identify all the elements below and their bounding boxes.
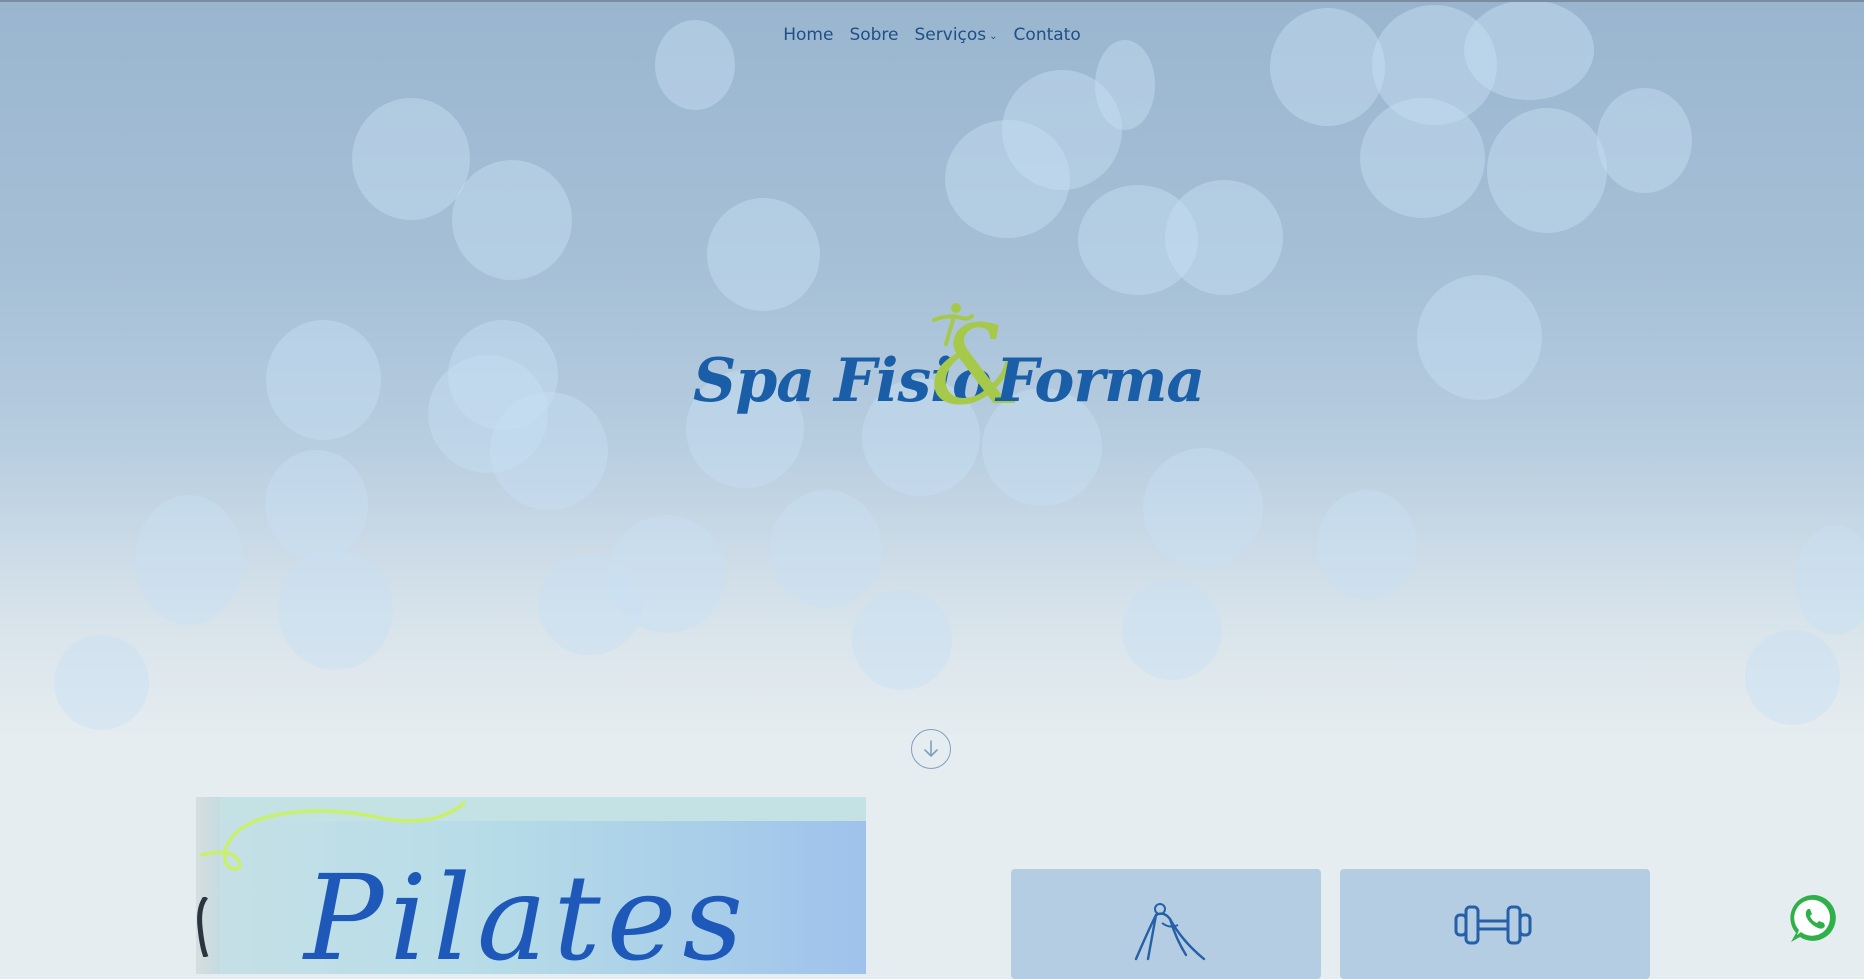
- logo-figure-icon: [932, 303, 974, 346]
- nav-servicos[interactable]: Serviços ⌄: [915, 25, 998, 45]
- promo-title: Pilates: [304, 849, 750, 974]
- service-card-pilates[interactable]: [1011, 869, 1321, 979]
- window-top-border: [0, 0, 1864, 2]
- nav-home[interactable]: Home: [783, 25, 833, 45]
- scroll-down-button[interactable]: [911, 729, 951, 769]
- nav-contato[interactable]: Contato: [1014, 25, 1081, 45]
- logo-text-forma: Forma: [996, 346, 1205, 416]
- yoga-pose-icon: [1134, 903, 1206, 961]
- nav-sobre[interactable]: Sobre: [849, 25, 898, 45]
- nav-servicos-label: Serviços: [914, 25, 987, 45]
- pilates-banner[interactable]: Pilates: [196, 797, 866, 974]
- whatsapp-icon: [1790, 894, 1836, 942]
- site-logo: Spa Fisio & Forma: [690, 300, 1205, 430]
- dumbbell-icon: [1454, 905, 1532, 945]
- main-nav: Home Sobre Serviços ⌄ Contato: [0, 25, 1864, 45]
- service-card-fitness[interactable]: [1340, 869, 1650, 979]
- arrow-down-icon: [924, 740, 938, 757]
- whatsapp-chat-button[interactable]: [1788, 892, 1842, 946]
- chevron-down-icon: ⌄: [989, 31, 998, 42]
- person-silhouette-icon: [197, 897, 209, 957]
